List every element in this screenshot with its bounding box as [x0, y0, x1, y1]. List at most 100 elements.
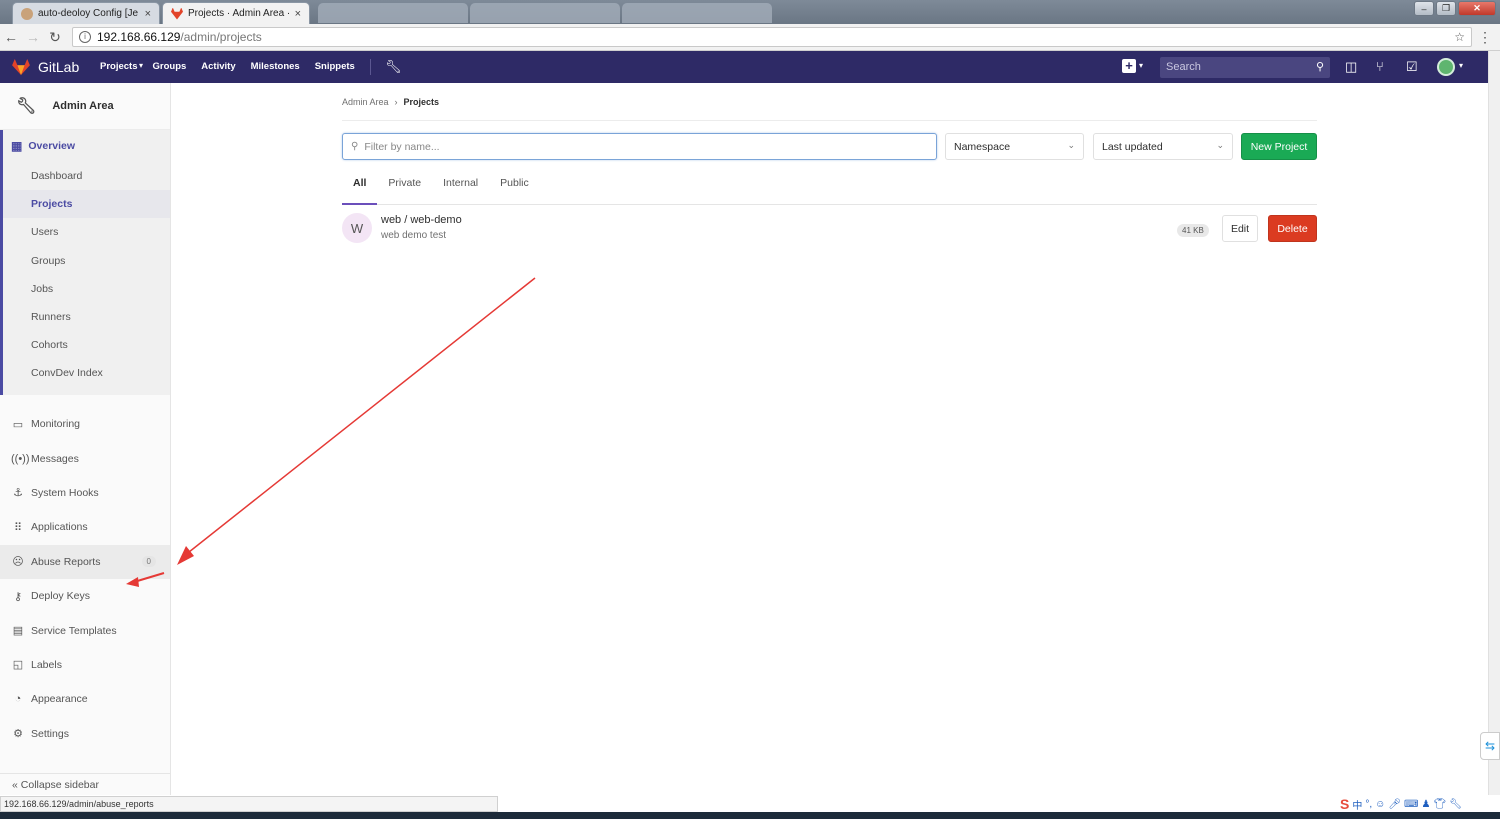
user-avatar[interactable]: [1437, 58, 1455, 76]
sidebar-item-users[interactable]: Users: [3, 218, 170, 246]
sidebar-item-messages[interactable]: ((•)) Messages: [0, 441, 170, 475]
visibility-tabs: All Private Internal Public: [342, 169, 1317, 205]
sidebar-item-projects[interactable]: Projects: [3, 190, 170, 219]
admin-wrench-icon[interactable]: 🔧︎: [385, 59, 402, 75]
browser-tab-jenkins[interactable]: auto-deoloy Config [Je ×: [12, 2, 160, 24]
sidebar-item-label: Service Templates: [31, 624, 117, 637]
tab-label: auto-deoloy Config [Je: [38, 8, 139, 19]
tab-close-icon[interactable]: ×: [295, 8, 301, 20]
ime-skin-icon[interactable]: 👕︎: [1433, 799, 1446, 810]
nav-snippets[interactable]: Snippets: [315, 61, 355, 72]
sidebar-item-system-hooks[interactable]: ⚓︎ System Hooks: [0, 476, 170, 510]
project-avatar[interactable]: W: [342, 213, 372, 243]
search-input[interactable]: Search ⚲: [1160, 57, 1330, 78]
sidebar-item-overview[interactable]: ▦ Overview: [3, 130, 170, 162]
ime-chinese-icon[interactable]: 中: [1352, 797, 1362, 812]
ime-punctuation-icon[interactable]: °,: [1365, 799, 1372, 810]
ime-keyboard-icon[interactable]: ⌨: [1404, 799, 1418, 810]
sidebar-item-jobs[interactable]: Jobs: [3, 275, 170, 303]
browser-tab-blurred[interactable]: [318, 3, 468, 23]
sogou-s-icon[interactable]: S: [1340, 796, 1349, 812]
grid-icon: ⠿: [13, 521, 23, 534]
hook-icon: ⚓︎: [13, 487, 23, 500]
nav-projects[interactable]: Projects: [100, 61, 138, 72]
sidebar-item-deploy-keys[interactable]: ⚷ Deploy Keys: [0, 579, 170, 613]
info-icon[interactable]: i: [79, 31, 91, 43]
url-field[interactable]: i 192.168.66.129/admin/projects ☆: [72, 27, 1472, 47]
delete-button[interactable]: Delete: [1268, 215, 1317, 242]
sidebar-item-runners[interactable]: Runners: [3, 303, 170, 331]
new-item-plus-icon[interactable]: +: [1122, 59, 1136, 73]
nav-milestones[interactable]: Milestones: [251, 61, 300, 72]
breadcrumb: Admin Area › Projects: [342, 97, 439, 107]
nav-activity[interactable]: Activity: [201, 61, 235, 72]
ime-tools-icon[interactable]: 🔧︎: [1449, 799, 1462, 810]
merge-request-icon[interactable]: ⑂: [1376, 59, 1384, 74]
sidebar-item-convdev-index[interactable]: ConvDev Index: [3, 359, 170, 387]
address-bar: ← → ↻ i 192.168.66.129/admin/projects ☆ …: [0, 24, 1500, 51]
filter-placeholder: Filter by name...: [364, 140, 440, 153]
minimize-button[interactable]: –: [1414, 1, 1434, 16]
browser-tab-gitlab[interactable]: Projects · Admin Area · ×: [162, 2, 310, 24]
url-host: 192.168.66.129: [97, 30, 181, 44]
reload-icon[interactable]: ↻: [44, 29, 66, 46]
edit-button[interactable]: Edit: [1222, 215, 1258, 242]
tab-private[interactable]: Private: [377, 169, 432, 205]
chevron-down-icon: ⌄: [1216, 140, 1224, 150]
breadcrumb-projects[interactable]: Projects: [404, 97, 440, 107]
palette-icon: ◔: [14, 693, 22, 706]
avatar-chevron-down-icon[interactable]: ▾: [1459, 61, 1463, 70]
tab-internal[interactable]: Internal: [432, 169, 489, 205]
bookmark-star-icon[interactable]: ☆: [1454, 30, 1465, 44]
sidebar-item-label: Labels: [31, 658, 62, 671]
collapse-sidebar-button[interactable]: « Collapse sidebar: [0, 773, 171, 795]
tab-label: Projects · Admin Area ·: [188, 8, 289, 19]
sidebar-header[interactable]: 🔧︎ Admin Area: [0, 83, 170, 130]
tab-public[interactable]: Public: [489, 169, 540, 205]
gear-icon: ⚙: [13, 728, 23, 741]
tab-all[interactable]: All: [342, 169, 378, 205]
gitlab-logo-icon[interactable]: [12, 59, 30, 75]
ime-user-icon[interactable]: ♟: [1421, 799, 1430, 810]
broadcast-icon: ((•)): [11, 452, 30, 465]
forward-icon[interactable]: →: [22, 29, 44, 45]
projects-chevron-down-icon[interactable]: ▾: [139, 61, 143, 70]
filter-by-name-input[interactable]: ⚲ Filter by name...: [342, 133, 937, 160]
sidebar-item-labels[interactable]: ◱ Labels: [0, 648, 170, 682]
tab-close-icon[interactable]: ×: [145, 8, 151, 20]
project-name-link[interactable]: web / web-demo: [381, 214, 462, 226]
restore-button[interactable]: ❐: [1436, 1, 1456, 16]
sidebar-item-dashboard[interactable]: Dashboard: [3, 162, 170, 190]
sidebar-item-cohorts[interactable]: Cohorts: [3, 331, 170, 359]
sidebar-item-applications[interactable]: ⠿ Applications: [0, 510, 170, 544]
monitor-icon: ▭: [12, 418, 24, 431]
todos-check-icon[interactable]: ☑: [1406, 59, 1418, 75]
browser-tab-blurred[interactable]: [470, 3, 620, 23]
sidebar-item-label: Abuse Reports: [31, 555, 101, 568]
floating-widget-icon[interactable]: ⇆: [1480, 732, 1500, 760]
new-project-button[interactable]: New Project: [1241, 133, 1317, 160]
gitlab-brand[interactable]: GitLab: [38, 59, 79, 75]
sidebar-item-service-templates[interactable]: ▤ Service Templates: [0, 613, 170, 647]
sort-dropdown[interactable]: Last updated ⌄: [1093, 133, 1233, 160]
sidebar-item-monitoring[interactable]: ▭ Monitoring: [0, 407, 170, 441]
todo-sidebar-icon[interactable]: ◫: [1345, 59, 1357, 75]
plus-chevron-down-icon[interactable]: ▾: [1139, 61, 1143, 70]
ime-mic-icon[interactable]: 🎤︎: [1388, 799, 1401, 810]
divider: [342, 120, 1317, 121]
sidebar-item-abuse-reports[interactable]: ☹ Abuse Reports 0: [0, 544, 170, 579]
sidebar-item-settings[interactable]: ⚙ Settings: [0, 717, 170, 751]
nav-groups[interactable]: Groups: [153, 61, 187, 72]
namespace-dropdown[interactable]: Namespace ⌄: [945, 133, 1084, 160]
back-icon[interactable]: ←: [0, 29, 22, 45]
browser-tab-blurred[interactable]: [622, 3, 772, 23]
close-window-button[interactable]: ✕: [1458, 1, 1496, 16]
browser-menu-icon[interactable]: ⋮: [1478, 29, 1492, 46]
os-taskbar: [0, 812, 1500, 819]
ime-emoji-icon[interactable]: ☺: [1375, 799, 1385, 810]
page-scrollbar[interactable]: [1488, 51, 1500, 795]
sidebar-item-appearance[interactable]: ◔ Appearance: [0, 682, 170, 716]
overview-grid-icon: ▦: [11, 139, 23, 153]
breadcrumb-admin-area[interactable]: Admin Area: [342, 97, 389, 107]
sidebar-item-groups[interactable]: Groups: [3, 247, 170, 275]
